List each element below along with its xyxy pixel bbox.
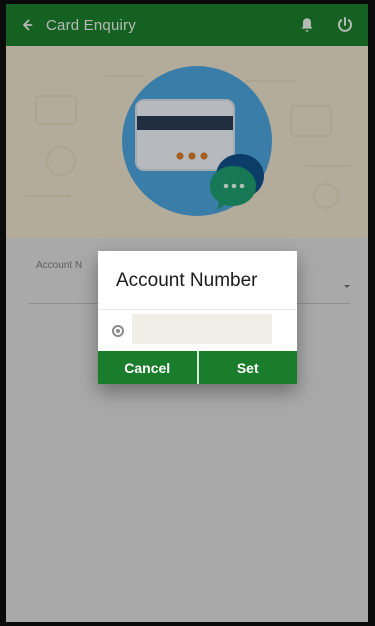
account-radio-icon[interactable] — [112, 325, 124, 337]
account-number-input[interactable] — [132, 314, 272, 344]
account-number-dialog: Account Number Cancel Set — [98, 251, 297, 384]
cancel-button[interactable]: Cancel — [98, 351, 197, 384]
device-frame: Card Enquiry Account N Account Number Ca… — [0, 0, 375, 626]
app-screen: Card Enquiry Account N Account Number Ca… — [6, 4, 368, 622]
dialog-title: Account Number — [116, 270, 258, 291]
set-button[interactable]: Set — [196, 351, 297, 384]
dialog-divider — [98, 309, 297, 310]
dialog-button-row: Cancel Set — [98, 351, 297, 384]
